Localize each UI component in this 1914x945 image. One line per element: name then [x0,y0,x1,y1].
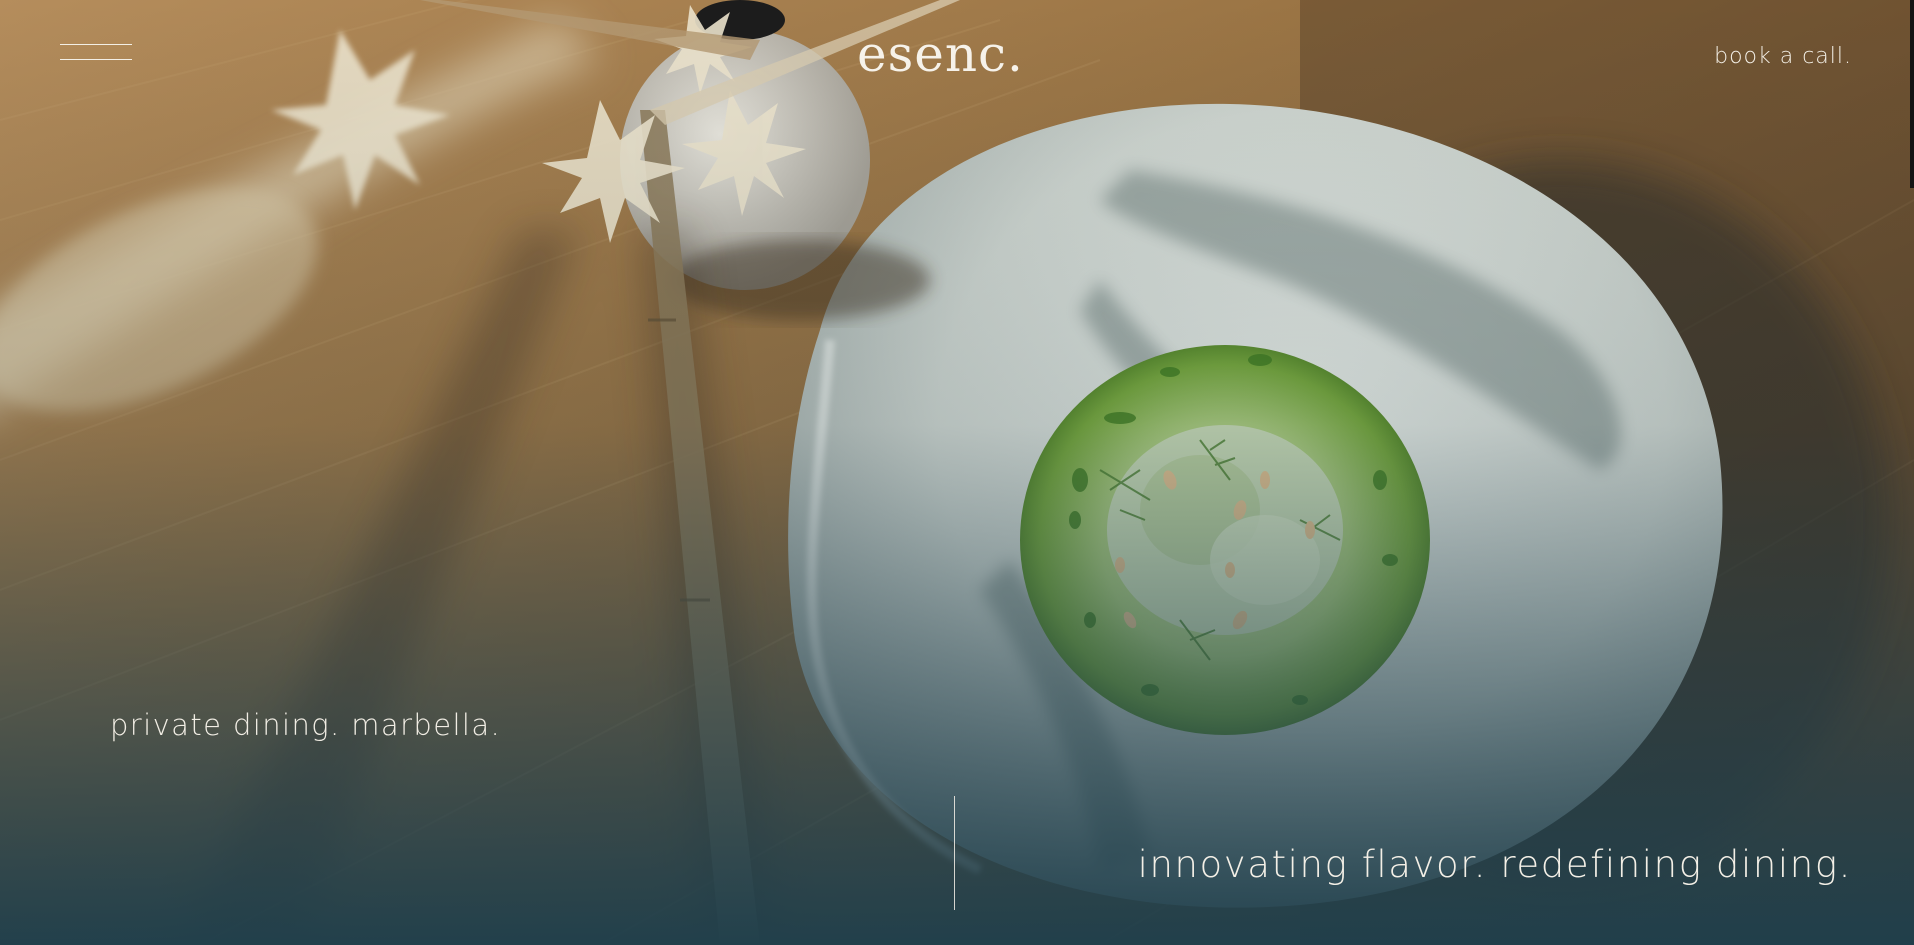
vertical-divider [954,796,955,910]
menu-line-bottom [60,59,132,60]
book-a-call-link[interactable]: book a call. [1714,44,1852,69]
hero-tagline-main: innovating flavor. redefining dining. [1137,843,1852,886]
hero-section: esenc. book a call. private dining. marb… [0,0,1914,945]
scrollbar[interactable] [1910,0,1914,188]
hero-tagline-location: private dining. marbella. [110,708,502,742]
hero-background-image [0,0,1914,945]
menu-line-top [60,44,132,45]
hamburger-menu-icon[interactable] [60,42,132,62]
brand-logo[interactable]: esenc. [857,24,1057,84]
